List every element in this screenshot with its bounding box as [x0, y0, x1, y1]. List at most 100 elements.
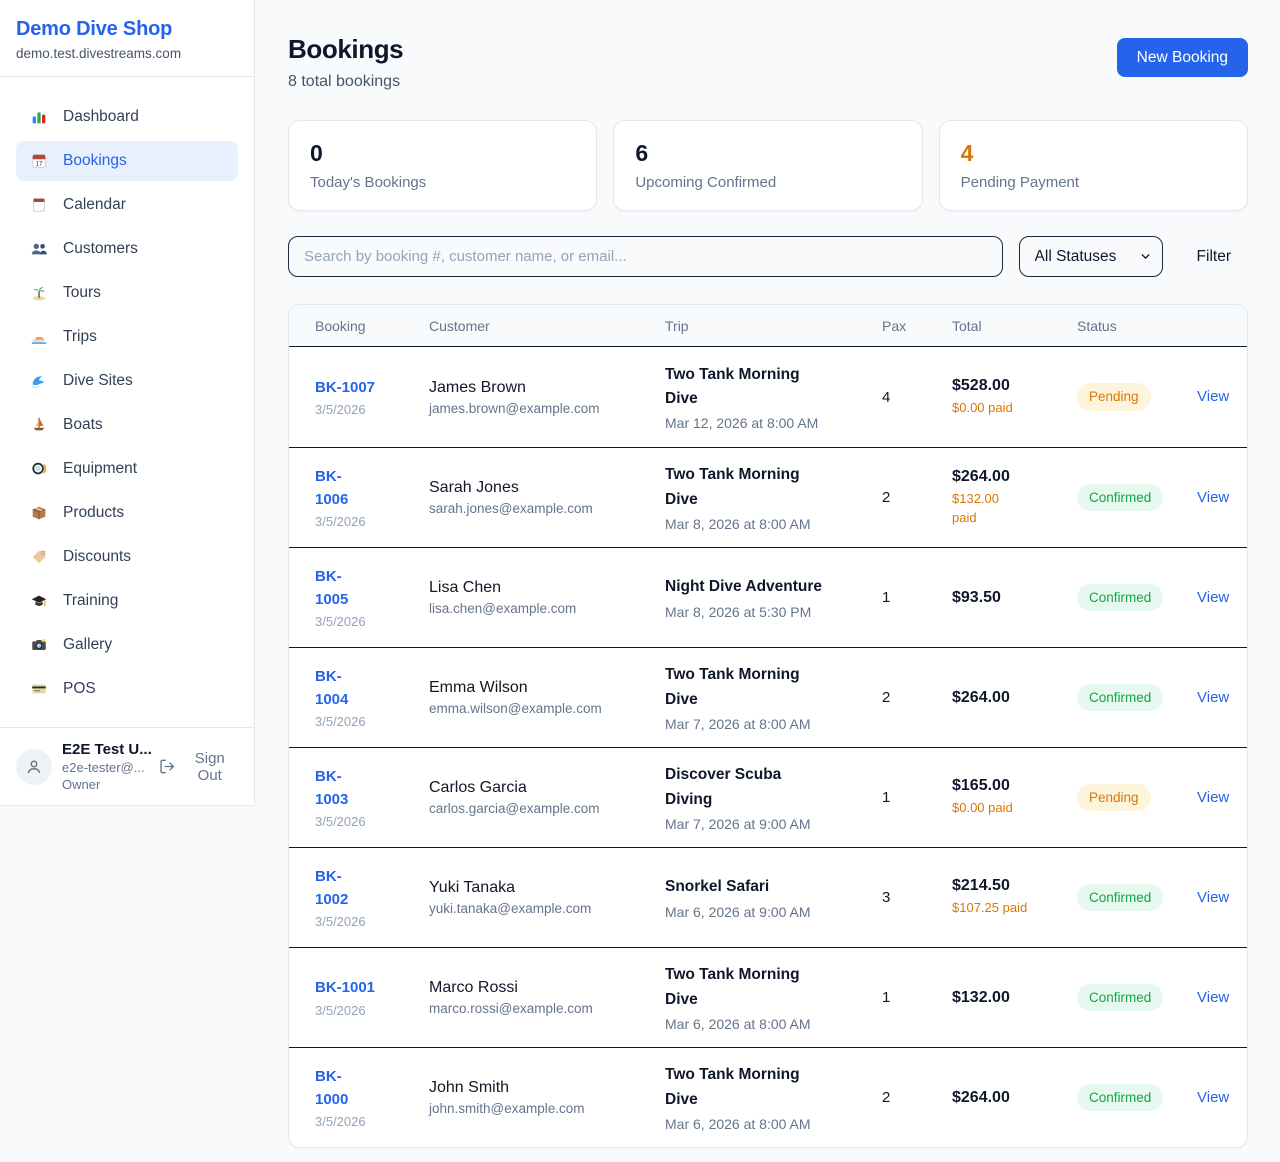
customer-name: John Smith: [429, 1079, 651, 1097]
status-select-wrap: All Statuses: [1019, 236, 1163, 277]
status-badge: Confirmed: [1077, 684, 1163, 712]
sidebar-item-equipment[interactable]: Equipment: [16, 449, 238, 489]
sidebar-item-gallery[interactable]: Gallery: [16, 625, 238, 665]
customer-email: emma.wilson@example.com: [429, 701, 651, 716]
brand-block: Demo Dive Shop demo.test.divestreams.com: [0, 0, 254, 77]
trip-title: Discover Scuba Diving: [665, 763, 868, 811]
stat-label: Upcoming Confirmed: [635, 174, 900, 191]
total-amount: $214.50: [952, 877, 1063, 895]
sign-out-button[interactable]: Sign Out: [159, 750, 238, 784]
customer-name: Sarah Jones: [429, 479, 651, 497]
stat-card-upcoming-confirmed: 6 Upcoming Confirmed: [613, 120, 922, 211]
paid-amount: $132.00 paid: [952, 490, 1063, 528]
customer-name: James Brown: [429, 379, 651, 397]
pax-value: 2: [880, 1089, 950, 1106]
booking-id-link[interactable]: BK-1001: [315, 977, 415, 1000]
pax-value: 2: [880, 689, 950, 706]
sidebar-item-training[interactable]: Training: [16, 581, 238, 621]
brand-title: Demo Dive Shop: [16, 18, 238, 41]
sidebar-item-discounts[interactable]: Discounts: [16, 537, 238, 577]
booking-id-link[interactable]: BK- 1006: [315, 466, 415, 511]
paid-amount: $107.25 paid: [952, 899, 1063, 918]
view-link[interactable]: View: [1197, 1089, 1229, 1106]
pax-value: 3: [880, 889, 950, 906]
filter-row: All Statuses Filter: [288, 236, 1248, 277]
user-role: Owner: [62, 777, 149, 792]
sidebar: Demo Dive Shop demo.test.divestreams.com…: [0, 0, 255, 806]
booking-id-link[interactable]: BK- 1002: [315, 866, 415, 911]
booking-id-link[interactable]: BK- 1003: [315, 766, 415, 811]
booking-id-link[interactable]: BK- 1004: [315, 666, 415, 711]
table-row: BK-1001 3/5/2026 Marco Rossi marco.rossi…: [289, 947, 1247, 1047]
view-link[interactable]: View: [1197, 689, 1229, 706]
view-link[interactable]: View: [1197, 789, 1229, 806]
sidebar-item-customers[interactable]: Customers: [16, 229, 238, 269]
sidebar-item-trips[interactable]: Trips: [16, 317, 238, 357]
sidebar-item-pos[interactable]: POS: [16, 669, 238, 709]
trip-title: Two Tank Morning Dive: [665, 463, 868, 511]
main-content: Bookings 8 total bookings New Booking 0 …: [256, 0, 1280, 1148]
sidebar-item-bookings[interactable]: 17 Bookings: [16, 141, 238, 181]
avatar: [16, 749, 52, 785]
column-header-total: Total: [950, 318, 1075, 334]
trip-datetime: Mar 12, 2026 at 8:00 AM: [665, 415, 868, 431]
view-link[interactable]: View: [1197, 589, 1229, 606]
page-subtitle: 8 total bookings: [288, 73, 403, 91]
view-link[interactable]: View: [1197, 388, 1229, 405]
sidebar-item-boats[interactable]: Boats: [16, 405, 238, 445]
booking-id-link[interactable]: BK- 1000: [315, 1066, 415, 1111]
booking-id-link[interactable]: BK-1007: [315, 377, 415, 400]
total-amount: $165.00: [952, 777, 1063, 795]
sidebar-item-dive-sites[interactable]: Dive Sites: [16, 361, 238, 401]
stat-value: 0: [310, 140, 575, 167]
paid-amount: $0.00 paid: [952, 799, 1063, 818]
status-badge: Confirmed: [1077, 1084, 1163, 1112]
booking-date: 3/5/2026: [315, 914, 415, 929]
sidebar-nav: Dashboard 17 Bookings Calendar Customers…: [0, 77, 254, 725]
filter-button[interactable]: Filter: [1180, 248, 1248, 266]
search-input[interactable]: [288, 236, 1003, 277]
sidebar-item-products[interactable]: Products: [16, 493, 238, 533]
customer-email: carlos.garcia@example.com: [429, 801, 651, 816]
total-amount: $132.00: [952, 989, 1063, 1007]
user-name: E2E Test U...: [62, 741, 149, 758]
sidebar-item-dashboard[interactable]: Dashboard: [16, 97, 238, 137]
trip-datetime: Mar 6, 2026 at 9:00 AM: [665, 904, 868, 920]
customer-email: yuki.tanaka@example.com: [429, 901, 651, 916]
total-amount: $264.00: [952, 468, 1063, 486]
calendar-icon: [29, 195, 49, 215]
new-booking-button[interactable]: New Booking: [1117, 38, 1248, 77]
pax-value: 1: [880, 589, 950, 606]
bookings-icon: 17: [29, 151, 49, 171]
stat-value: 4: [961, 140, 1226, 167]
customer-name: Emma Wilson: [429, 679, 651, 697]
customer-name: Lisa Chen: [429, 579, 651, 597]
pax-value: 2: [880, 489, 950, 506]
status-select[interactable]: All Statuses: [1019, 236, 1163, 277]
sidebar-item-tours[interactable]: Tours: [16, 273, 238, 313]
total-amount: $264.00: [952, 1089, 1063, 1107]
gallery-icon: [29, 635, 49, 655]
table-row: BK- 1000 3/5/2026 John Smith john.smith@…: [289, 1047, 1247, 1147]
pax-value: 4: [880, 389, 950, 406]
view-link[interactable]: View: [1197, 989, 1229, 1006]
customer-email: marco.rossi@example.com: [429, 1001, 651, 1016]
booking-id-link[interactable]: BK- 1005: [315, 566, 415, 611]
booking-date: 3/5/2026: [315, 402, 415, 417]
booking-date: 3/5/2026: [315, 1114, 415, 1129]
view-link[interactable]: View: [1197, 889, 1229, 906]
equipment-icon: [29, 459, 49, 479]
view-link[interactable]: View: [1197, 489, 1229, 506]
trip-title: Night Dive Adventure: [665, 575, 868, 599]
table-row: BK- 1006 3/5/2026 Sarah Jones sarah.jone…: [289, 447, 1247, 547]
dive-sites-icon: [29, 371, 49, 391]
trip-title: Two Tank Morning Dive: [665, 963, 868, 1011]
sidebar-item-calendar[interactable]: Calendar: [16, 185, 238, 225]
customer-email: lisa.chen@example.com: [429, 601, 651, 616]
table-body: BK-1007 3/5/2026 James Brown james.brown…: [289, 347, 1247, 1147]
bookings-table: Booking Customer Trip Pax Total Status B…: [288, 304, 1248, 1148]
status-badge: Confirmed: [1077, 984, 1163, 1012]
column-header-customer: Customer: [427, 318, 663, 334]
customer-email: james.brown@example.com: [429, 401, 651, 416]
booking-date: 3/5/2026: [315, 514, 415, 529]
